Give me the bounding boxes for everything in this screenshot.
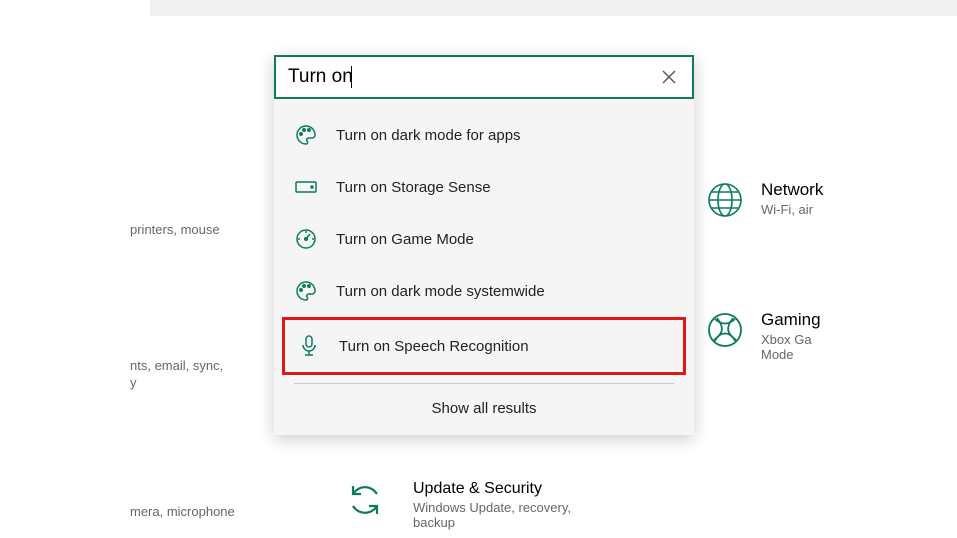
header-strip [150,0,957,16]
highlight-annotation: Turn on Speech Recognition [282,317,686,375]
tile-update-security[interactable]: Update & Security Windows Update, recove… [345,480,593,530]
gaming-sub-2: Mode [761,347,821,362]
microphone-icon [297,334,321,358]
network-sub: Wi-Fi, air [761,202,823,217]
search-input-text[interactable]: Turn on [288,66,353,88]
xbox-icon [705,310,745,350]
result-label: Turn on Storage Sense [336,179,491,196]
search-results-list: Turn on dark mode for apps Turn on Stora… [274,99,694,435]
result-dark-mode-apps[interactable]: Turn on dark mode for apps [274,109,694,161]
search-box[interactable]: Turn on [274,55,694,99]
close-icon [662,70,676,84]
gauge-icon [294,227,318,251]
result-game-mode[interactable]: Turn on Game Mode [274,213,694,265]
update-title: Update & Security [413,480,593,498]
tile-gaming[interactable]: Gaming Xbox Ga Mode [705,310,823,362]
result-dark-mode-system[interactable]: Turn on dark mode systemwide [274,265,694,317]
update-sub: Windows Update, recovery, backup [413,500,593,530]
accounts-sub-fragment-1: nts, email, sync, [130,358,223,373]
gaming-title: Gaming [761,310,821,330]
show-all-results[interactable]: Show all results [274,384,694,435]
text-caret [351,66,352,88]
palette-icon [294,279,318,303]
gaming-sub-1: Xbox Ga [761,332,821,347]
result-label: Turn on dark mode for apps [336,127,521,144]
privacy-sub-fragment: mera, microphone [130,504,235,519]
result-label: Turn on Speech Recognition [339,338,529,355]
globe-icon [705,180,745,220]
result-speech-recognition[interactable]: Turn on Speech Recognition [285,320,623,372]
clear-search-button[interactable] [658,66,680,88]
devices-sub-fragment: printers, mouse [130,222,220,237]
accounts-sub-fragment-2: y [130,375,137,390]
result-label: Turn on Game Mode [336,231,474,248]
palette-icon [294,123,318,147]
tile-network[interactable]: Network Wi-Fi, air [705,180,823,220]
network-title: Network [761,180,823,200]
sync-icon [345,480,385,520]
search-dropdown: Turn on Turn on dark mode for apps [274,55,694,435]
drive-icon [294,175,318,199]
result-storage-sense[interactable]: Turn on Storage Sense [274,161,694,213]
right-tiles: Network Wi-Fi, air Gaming Xbox Ga Mode [705,180,823,452]
result-label: Turn on dark mode systemwide [336,283,545,300]
